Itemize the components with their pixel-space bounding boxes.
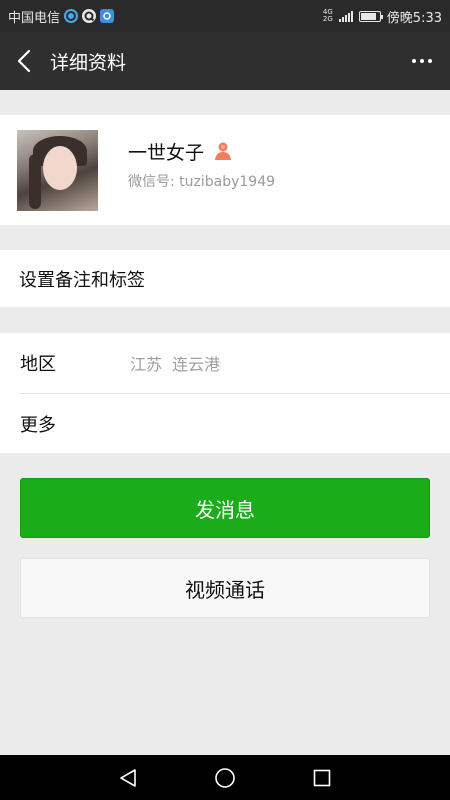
status-bar: 中国电信 4G 2G 傍晚5:33 [0,0,450,32]
status-time: 傍晚5:33 [386,10,442,26]
wechat-id: 微信号: tuzibaby1949 [128,173,276,190]
female-icon [215,142,232,160]
nav-back-button[interactable] [108,758,148,798]
info-list: 地区 江苏 连云港 更多 [0,333,450,453]
region-row: 地区 江苏 连云港 [0,333,450,393]
nav-recents-icon [313,769,330,786]
back-arrow-icon [17,49,31,73]
nav-home-icon [215,767,235,788]
more-label: 更多 [20,414,56,436]
app-store-icon [100,9,115,23]
nickname: 一世女子 [128,141,205,164]
nav-back-icon [120,768,137,787]
more-dot-icon [420,59,424,63]
avatar[interactable] [17,129,98,211]
more-row[interactable]: 更多 [20,393,450,453]
region-label: 地区 [20,354,56,375]
nav-home-button[interactable] [205,758,245,798]
carrier-label: 中国电信 [8,10,61,26]
more-dot-icon [428,59,432,63]
page-title: 详细资料 [50,51,127,74]
region-value: 江苏 连云港 [130,355,221,374]
avatar-hair-side [29,153,41,209]
video-call-label: 视频通话 [185,577,265,602]
more-dot-icon [412,59,416,63]
back-button[interactable] [0,32,48,90]
battery-icon [358,10,383,22]
video-call-button[interactable]: 视频通话 [20,558,430,618]
title-bar: 详细资料 [0,32,450,90]
navigation-bar [0,755,450,800]
send-message-button[interactable]: 发消息 [20,478,430,538]
set-remark-and-tags-row[interactable]: 设置备注和标签 [0,250,450,307]
network-type: 4G 2G [323,9,333,23]
status-left: 中国电信 [8,7,115,26]
status-right: 4G 2G 傍晚5:33 [323,7,442,26]
battery-fill [360,12,377,20]
signal-icon [338,10,353,22]
profile-info: 一世女子 微信号: tuzibaby1949 [128,138,275,191]
send-message-label: 发消息 [195,497,255,522]
nav-recents-button[interactable] [302,758,342,798]
more-options-button[interactable] [394,32,450,90]
qq-icon [82,9,97,23]
profile-card: 一世女子 微信号: tuzibaby1949 [0,115,450,225]
qq-browser-icon [64,9,79,23]
network-2g-label: 2G [322,15,333,23]
name-row: 一世女子 [128,138,275,165]
avatar-face [43,145,77,190]
remark-label: 设置备注和标签 [19,269,145,291]
